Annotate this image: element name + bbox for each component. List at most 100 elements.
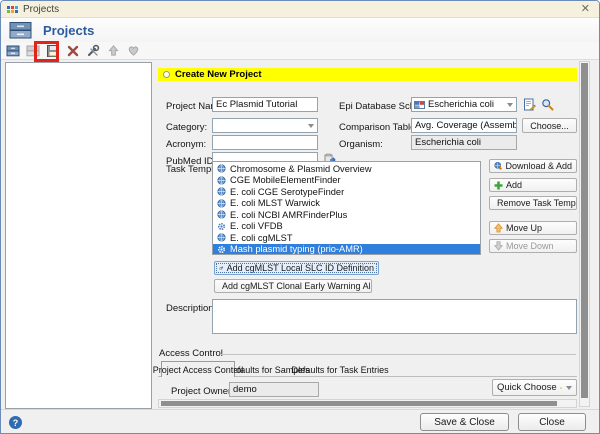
add-button[interactable]: Add (489, 178, 577, 192)
quick-choose-button[interactable]: Quick Choose (492, 379, 577, 396)
divider (221, 354, 576, 355)
open-project-icon (25, 43, 41, 59)
task-template-label: E. coli cgMLST (230, 232, 293, 243)
button-label: Remove Task Template (497, 198, 576, 208)
button-label: Move Down (506, 241, 554, 251)
button-label: Add cgMLST Local SLC ID Definition (226, 263, 374, 273)
collapse-toggle-icon[interactable] (163, 71, 170, 78)
category-label: Category: (166, 122, 208, 133)
description-label: Description: (166, 303, 217, 314)
project-owner-label: Project Owner: (171, 386, 234, 397)
title-bar: Projects ✕ (1, 1, 599, 18)
button-label: Download & Add (505, 161, 572, 171)
category-dropdown[interactable] (212, 118, 318, 133)
chevron-down-icon (566, 385, 572, 390)
create-new-project-banner: Create New Project (158, 68, 577, 81)
button-label: Add (506, 180, 523, 190)
globe-task-icon (217, 176, 226, 185)
scheme-grid-icon (414, 101, 425, 109)
tab-defaults-for-task-entries[interactable]: Defaults for Task Entries (291, 362, 388, 377)
window-logo-icon (7, 5, 18, 13)
footer-bar: ? Save & Close Close (1, 409, 599, 433)
epi-scheme-dropdown[interactable]: Escherichia coli (411, 97, 517, 112)
organism-label: Organism: (339, 139, 383, 150)
add-cgmlst-slc-button[interactable]: Add cgMLST Local SLC ID Definition (214, 261, 379, 275)
publish-icon (105, 43, 121, 59)
arrow-up-icon (494, 223, 503, 233)
access-control-title: Access Control (159, 348, 223, 359)
globe-task-icon (217, 210, 226, 219)
download-and-add-button[interactable]: Download & Add (489, 159, 577, 173)
projects-app-icon (9, 21, 32, 38)
task-template-item[interactable]: Chromosome & Plasmid Overview (213, 163, 480, 175)
task-template-label: Mash plasmid typing (prio-AMR) (230, 244, 363, 255)
task-templates-list[interactable]: Chromosome & Plasmid Overview CGE Mobile… (212, 161, 481, 255)
chevron-down-icon (507, 103, 513, 107)
arrow-down-icon (494, 241, 503, 251)
banner-title: Create New Project (175, 69, 262, 80)
acronym-input[interactable] (212, 135, 318, 150)
globe-task-icon (217, 164, 226, 173)
help-icon[interactable]: ? (9, 416, 22, 429)
task-template-item[interactable]: CGE MobileElementFinder (213, 175, 480, 187)
project-name-input[interactable] (212, 97, 318, 112)
task-template-item[interactable]: E. coli cgMLST (213, 232, 480, 244)
edit-scheme-icon[interactable] (522, 97, 537, 112)
description-textarea[interactable] (212, 299, 577, 334)
button-label: Add cgMLST Clonal Early Warning Alert De… (222, 281, 371, 291)
save-and-close-button[interactable]: Save & Close (420, 413, 509, 431)
close-icon[interactable]: ✕ (581, 2, 590, 15)
epi-scheme-value: Escherichia coli (428, 99, 494, 110)
favorites-icon (125, 43, 141, 59)
comparison-fields-value: Avg. Coverage (Assembled), Approximated … (411, 118, 517, 133)
move-up-button[interactable]: Move Up (489, 221, 577, 235)
projects-dialog: Projects ✕ Projects Create New Project P… (0, 0, 600, 434)
close-button[interactable]: Close (518, 413, 586, 431)
vertical-scrollbar[interactable] (579, 61, 590, 407)
download-globe-icon (494, 162, 503, 170)
tools-icon[interactable] (85, 43, 101, 59)
gear-task-icon (217, 245, 226, 253)
projects-list[interactable] (5, 62, 152, 409)
save-project-icon[interactable] (45, 43, 61, 59)
gear-star-icon (219, 266, 224, 270)
button-label: Move Up (506, 223, 543, 233)
task-template-label: E. coli MLST Warwick (230, 198, 320, 209)
globe-task-icon (217, 187, 226, 196)
task-template-item[interactable]: E. coli VFDB (213, 221, 480, 233)
choose-button[interactable]: Choose... (522, 118, 577, 133)
scrollbar-thumb[interactable] (161, 401, 557, 406)
tab-project-access-control[interactable]: Project Access Control (153, 361, 243, 377)
task-template-label: CGE MobileElementFinder (230, 175, 341, 186)
organism-value: Escherichia coli (411, 135, 517, 150)
task-template-item[interactable]: E. coli CGE SerotypeFinder (213, 186, 480, 198)
toolbar (1, 42, 599, 60)
gear-task-icon (217, 222, 226, 230)
task-template-item-selected[interactable]: Mash plasmid typing (prio-AMR) (213, 243, 480, 255)
delete-project-icon[interactable] (65, 43, 81, 59)
search-scheme-icon[interactable] (540, 97, 555, 112)
add-cgmlst-alert-button[interactable]: Add cgMLST Clonal Early Warning Alert De… (214, 279, 372, 293)
page-header: Projects (1, 18, 599, 42)
plus-icon (494, 181, 503, 189)
scrollbar-thumb[interactable] (581, 63, 588, 398)
chevron-down-icon (308, 124, 314, 128)
key-icon (559, 386, 562, 389)
acronym-label: Acronym: (166, 139, 207, 150)
task-template-item[interactable]: E. coli MLST Warwick (213, 198, 480, 210)
button-label: Quick Choose (497, 382, 557, 393)
horizontal-scrollbar[interactable] (158, 399, 577, 408)
window-title: Projects (23, 3, 60, 15)
task-template-label: E. coli VFDB (230, 221, 283, 232)
globe-task-icon (217, 199, 226, 208)
task-template-item[interactable]: E. coli NCBI AMRFinderPlus (213, 209, 480, 221)
task-template-label: E. coli NCBI AMRFinderPlus (230, 209, 348, 220)
create-project-panel: Create New Project Project Name: Epi Dat… (153, 60, 591, 409)
globe-task-icon (217, 233, 226, 242)
new-project-icon[interactable] (5, 43, 21, 59)
page-title: Projects (43, 22, 95, 38)
task-template-label: E. coli CGE SerotypeFinder (230, 186, 345, 197)
project-owner-value: demo (229, 382, 319, 397)
move-down-button: Move Down (489, 239, 577, 253)
remove-task-template-button[interactable]: Remove Task Template (489, 196, 577, 210)
